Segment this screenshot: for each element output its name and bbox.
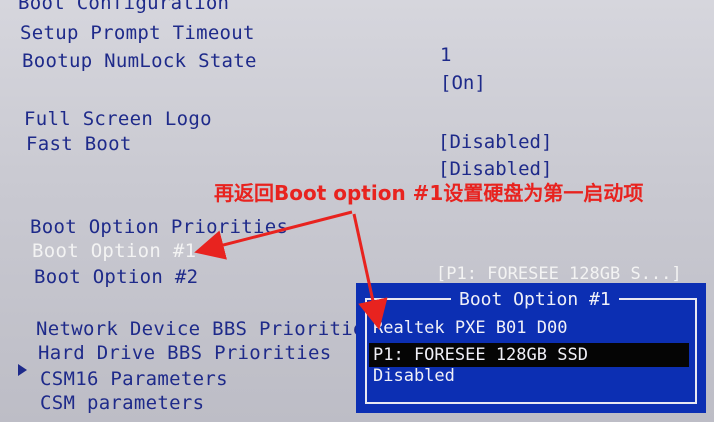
popup-option-disabled[interactable]: Disabled: [373, 364, 455, 388]
boot-option-2-value: [P1: FORESEE 128GB S...]: [436, 264, 682, 284]
popup-option-realtek-pxe[interactable]: Realtek PXE B01 D00: [373, 316, 567, 340]
boot-option-1-popup: Boot Option #1 Realtek PXE B01 D00 P1: F…: [356, 283, 706, 413]
submenu-csm16-parameters[interactable]: CSM16 Parameters: [40, 368, 228, 390]
submenu-arrow-icon: [18, 364, 27, 376]
section-title: Boot Configuration: [18, 0, 230, 14]
annotation-text: 再返回Boot option #1设置硬盘为第一启动项: [214, 181, 644, 205]
boot-option-2[interactable]: Boot Option #2: [34, 266, 198, 288]
submenu-network-bbs[interactable]: Network Device BBS Priorities: [36, 318, 376, 340]
submenu-hard-drive-bbs[interactable]: Hard Drive BBS Priorities: [38, 342, 331, 364]
setting-full-screen-logo-value: [Disabled]: [438, 131, 553, 153]
bios-screen: Boot Configuration Setup Prompt Timeout …: [0, 0, 714, 422]
popup-title: Boot Option #1: [451, 289, 619, 310]
setting-bootup-numlock[interactable]: Bootup NumLock State: [22, 50, 257, 72]
setting-fast-boot[interactable]: Fast Boot: [26, 133, 132, 155]
submenu-csm-parameters[interactable]: CSM parameters: [40, 392, 204, 414]
setting-bootup-numlock-value: [On]: [440, 72, 486, 94]
setting-setup-prompt-timeout[interactable]: Setup Prompt Timeout: [20, 22, 255, 44]
setting-setup-prompt-timeout-value: 1: [440, 44, 452, 66]
boot-priorities-heading: Boot Option Priorities: [30, 216, 289, 238]
boot-option-1[interactable]: Boot Option #1: [32, 240, 196, 262]
setting-full-screen-logo[interactable]: Full Screen Logo: [24, 108, 212, 130]
